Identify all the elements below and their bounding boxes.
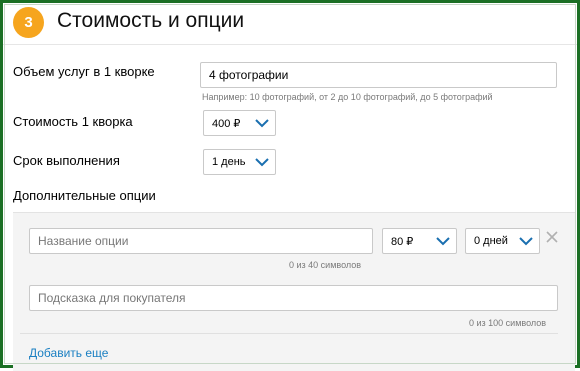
option-price-select[interactable]: 80 ₽ xyxy=(382,228,457,254)
volume-input[interactable]: 4 фотографии xyxy=(200,62,557,88)
option-hint-input[interactable]: Подсказка для покупателя xyxy=(29,285,558,311)
term-label: Срок выполнения xyxy=(13,153,120,168)
option-price-value: 80 ₽ xyxy=(391,235,414,248)
term-select-value: 1 день xyxy=(212,156,246,168)
option-days-select[interactable]: 0 дней xyxy=(465,228,540,254)
page-frame: 3 Стоимость и опции Объем услуг в 1 квор… xyxy=(0,0,580,371)
chevron-down-icon xyxy=(519,237,533,246)
volume-hint: Например: 10 фотографий, от 2 до 10 фото… xyxy=(202,92,493,102)
option-name-input[interactable]: Название опции xyxy=(29,228,373,254)
section-title: Стоимость и опции xyxy=(57,9,245,32)
option-hint-counter: 0 из 100 символов xyxy=(469,318,547,328)
chevron-down-icon xyxy=(436,237,450,246)
options-label: Дополнительные опции xyxy=(13,188,156,203)
option-days-value: 0 дней xyxy=(474,235,508,247)
section-header: 3 Стоимость и опции xyxy=(3,3,577,45)
option-name-counter: 0 из 40 символов xyxy=(289,260,362,270)
chevron-down-icon xyxy=(255,158,269,167)
price-select[interactable]: 400 ₽ xyxy=(203,110,276,136)
chevron-down-icon xyxy=(255,119,269,128)
step-badge: 3 xyxy=(13,7,44,38)
term-select[interactable]: 1 день xyxy=(203,149,276,175)
price-label: Стоимость 1 кворка xyxy=(13,114,133,129)
volume-label: Объем услуг в 1 кворке xyxy=(13,64,155,79)
price-select-value: 400 ₽ xyxy=(212,117,241,130)
options-divider xyxy=(20,333,558,334)
close-icon[interactable] xyxy=(545,230,559,244)
add-more-link[interactable]: Добавить еще xyxy=(29,346,108,360)
